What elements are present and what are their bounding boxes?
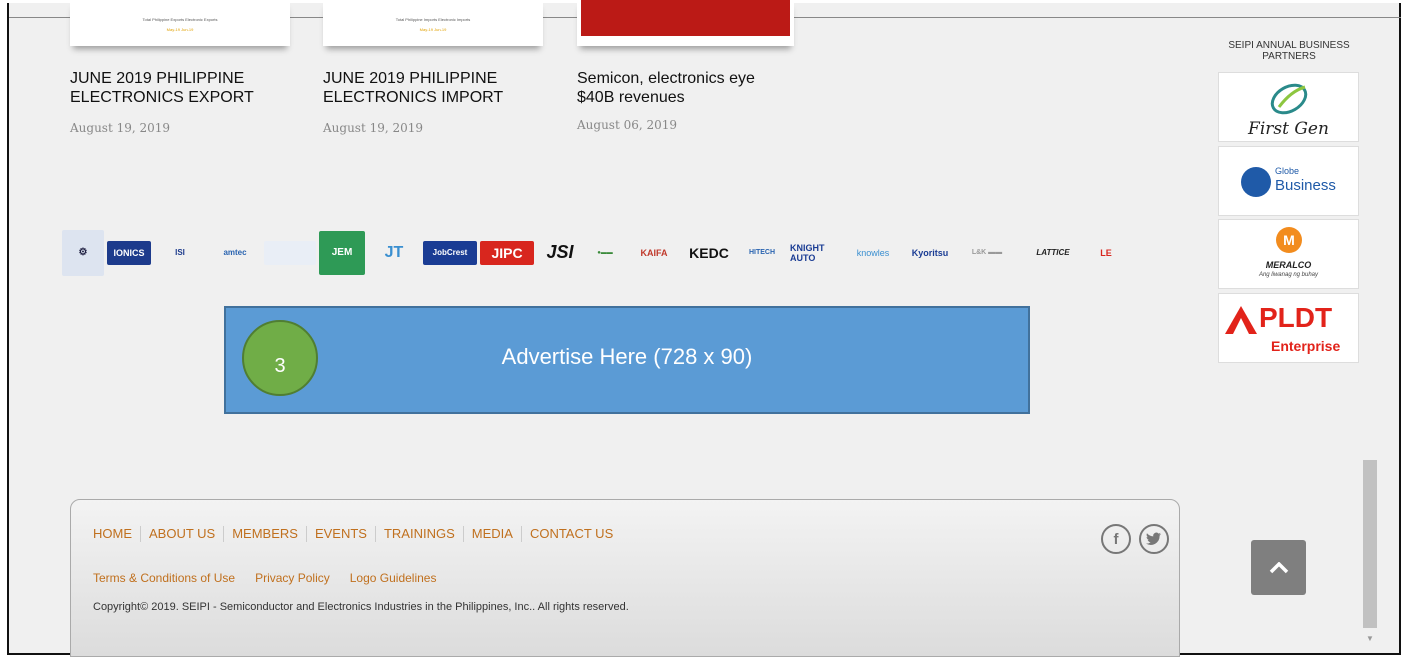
terms-link[interactable]: Terms & Conditions of Use <box>93 571 235 585</box>
thumb-caption: Total Philippine Imports Electronic Impo… <box>395 17 471 22</box>
member-logo[interactable]: Kyoritsu <box>904 241 956 265</box>
article-title-export[interactable]: JUNE 2019 PHILIPPINE ELECTRONICS EXPORT <box>70 69 254 107</box>
member-logo[interactable]: KAIFA <box>627 241 681 265</box>
nav-about-us[interactable]: ABOUT US <box>140 526 223 542</box>
twitter-icon[interactable] <box>1139 524 1169 554</box>
article-thumbnail-import[interactable]: Total Philippine Imports Electronic Impo… <box>323 0 543 46</box>
member-logo[interactable]: JIPC <box>480 240 534 265</box>
globe-icon <box>1241 167 1271 197</box>
member-logo[interactable]: ⚙ <box>62 229 104 276</box>
article-thumbnail-export[interactable]: Total Philippine Exports Electronic Expo… <box>70 0 290 46</box>
partner-tagline: Ang liwanag ng buhay <box>1258 272 1319 278</box>
member-logos-strip: ⚙ IONICS ISI amtec JEM JT JobCrest JIPC … <box>62 229 1182 276</box>
pldt-logo-icon <box>1225 306 1257 334</box>
member-logo[interactable]: knowles <box>845 241 901 265</box>
advertisement-label: Advertise Here (728 x 90) <box>501 344 753 369</box>
thumb-legend: May-19 Jun-19 <box>419 27 447 32</box>
nav-contact-us[interactable]: CONTACT US <box>520 526 621 542</box>
back-to-top-button[interactable] <box>1251 540 1306 595</box>
member-logo[interactable]: LE <box>1091 241 1121 265</box>
scroll-down-arrow-icon[interactable]: ▼ <box>1366 634 1374 643</box>
member-logo[interactable]: JT <box>368 241 420 265</box>
footer-nav: HOME ABOUT US MEMBERS EVENTS TRAININGS M… <box>87 526 621 542</box>
member-logo[interactable]: JobCrest <box>423 240 477 265</box>
member-logo[interactable]: ISI <box>154 241 206 265</box>
privacy-policy-link[interactable]: Privacy Policy <box>255 571 330 585</box>
thumb-caption: Total Philippine Exports Electronic Expo… <box>142 17 218 22</box>
meralco-logo-icon: M <box>1276 227 1302 253</box>
logo-guidelines-link[interactable]: Logo Guidelines <box>350 571 437 585</box>
nav-home[interactable]: HOME <box>87 526 140 542</box>
member-logo[interactable]: ●▬▬ <box>586 241 624 265</box>
nav-events[interactable]: EVENTS <box>305 526 375 542</box>
article-date: August 19, 2019 <box>323 121 424 135</box>
facebook-icon[interactable]: f <box>1101 524 1131 554</box>
member-logo[interactable] <box>264 240 316 265</box>
article-title-import[interactable]: JUNE 2019 PHILIPPINE ELECTRONICS IMPORT <box>323 69 503 107</box>
member-logo[interactable]: IONICS <box>107 240 151 265</box>
chevron-up-icon <box>1269 561 1288 573</box>
article-date: August 19, 2019 <box>70 121 171 135</box>
nav-trainings[interactable]: TRAININGS <box>374 526 463 542</box>
member-logo[interactable]: LATTICE <box>1018 241 1088 265</box>
partner-name: First Gen <box>1248 119 1329 139</box>
member-logo[interactable]: L&K ▬▬ <box>959 241 1015 265</box>
partners-heading: SEIPI ANNUAL BUSINESS PARTNERS <box>1228 40 1350 62</box>
member-logo[interactable]: HITECH <box>737 241 787 265</box>
copyright-text: Copyright© 2019. SEIPI - Semiconductor a… <box>93 601 629 613</box>
partner-name: PLDT <box>1259 302 1333 333</box>
partner-first-gen[interactable]: First Gen <box>1218 72 1359 142</box>
scrollbar-thumb[interactable] <box>1363 460 1377 628</box>
partner-sub: Enterprise <box>1271 338 1341 354</box>
member-logo[interactable]: JEM <box>319 230 365 275</box>
footer-legal-links: Terms & Conditions of Use Privacy Policy… <box>93 571 436 585</box>
article-title-semicon[interactable]: Semicon, electronics eye $40B revenues <box>577 69 755 107</box>
nav-members[interactable]: MEMBERS <box>223 526 306 542</box>
site-footer: HOME ABOUT US MEMBERS EVENTS TRAININGS M… <box>70 499 1180 657</box>
advertisement-banner[interactable]: 3 Advertise Here (728 x 90) <box>224 306 1030 414</box>
partner-name-bottom: Business <box>1275 177 1336 194</box>
article-thumbnail-semicon[interactable] <box>577 0 794 46</box>
partner-globe-business[interactable]: Globe Business <box>1218 146 1359 216</box>
partner-name: MERALCO <box>1265 260 1312 270</box>
partner-name-top: Globe <box>1275 166 1300 176</box>
nav-media[interactable]: MEDIA <box>462 526 521 542</box>
partner-pldt[interactable]: PLDT Enterprise <box>1218 293 1359 363</box>
article-date: August 06, 2019 <box>577 118 678 132</box>
member-logo[interactable]: KNIGHT AUTO <box>790 233 842 273</box>
member-logo[interactable]: JSI <box>537 241 583 265</box>
thumb-legend: May-19 Jun-19 <box>166 27 194 32</box>
member-logo[interactable]: amtec <box>209 241 261 265</box>
member-logo[interactable]: KEDC <box>684 241 734 265</box>
partner-meralco[interactable]: M MERALCO Ang liwanag ng buhay <box>1218 219 1359 289</box>
